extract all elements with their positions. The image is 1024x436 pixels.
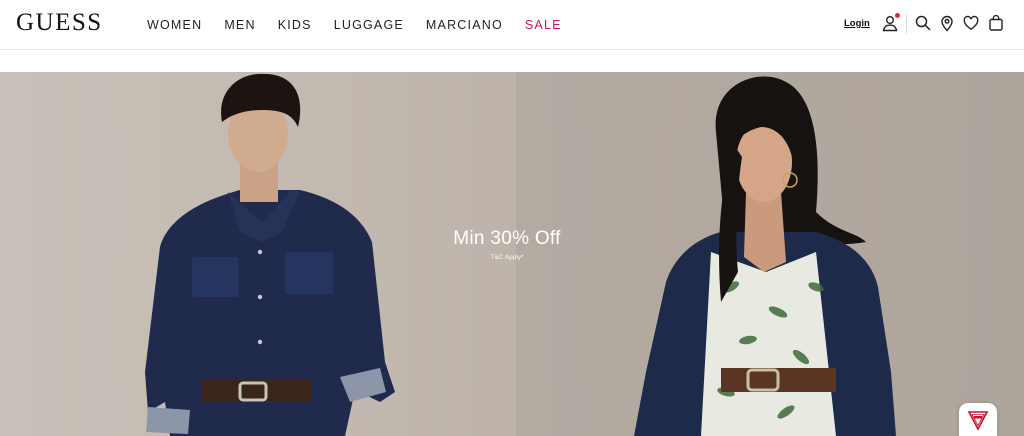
female-model-image <box>634 76 896 436</box>
hero-banner[interactable]: Min 30% Off T&C Apply* <box>0 72 1024 436</box>
main-nav: WOMEN MEN KIDS LUGGAGE MARCIANO SALE <box>147 17 584 33</box>
header-divider <box>906 14 907 34</box>
promo-overlay[interactable]: Min 30% Off T&C Apply* <box>446 228 568 261</box>
nav-item-women[interactable]: WOMEN <box>147 17 202 33</box>
login-link[interactable]: Login <box>844 18 870 29</box>
nav-item-kids[interactable]: KIDS <box>278 17 312 33</box>
account-icon[interactable] <box>881 13 900 32</box>
search-icon[interactable] <box>914 14 932 32</box>
hero-image-women[interactable] <box>516 72 1024 436</box>
nav-item-men[interactable]: MEN <box>224 17 255 33</box>
guess-triangle-badge[interactable] <box>959 403 997 436</box>
wishlist-icon[interactable] <box>962 14 980 32</box>
male-model-image <box>145 73 395 436</box>
nav-item-marciano[interactable]: MARCIANO <box>426 17 503 33</box>
store-locator-icon[interactable] <box>938 14 956 32</box>
guess-logo[interactable]: GUESS <box>16 9 103 37</box>
hero-image-men[interactable] <box>0 72 516 436</box>
guess-triangle-icon <box>967 411 989 431</box>
promo-title: Min 30% Off <box>453 228 561 249</box>
bag-icon[interactable] <box>987 14 1005 32</box>
nav-item-luggage[interactable]: LUGGAGE <box>334 17 404 33</box>
nav-item-sale[interactable]: SALE <box>525 17 562 33</box>
promo-terms[interactable]: T&C Apply* <box>446 254 568 261</box>
site-header: GUESS WOMEN MEN KIDS LUGGAGE MARCIANO SA… <box>0 0 1024 50</box>
notification-dot <box>895 13 900 18</box>
